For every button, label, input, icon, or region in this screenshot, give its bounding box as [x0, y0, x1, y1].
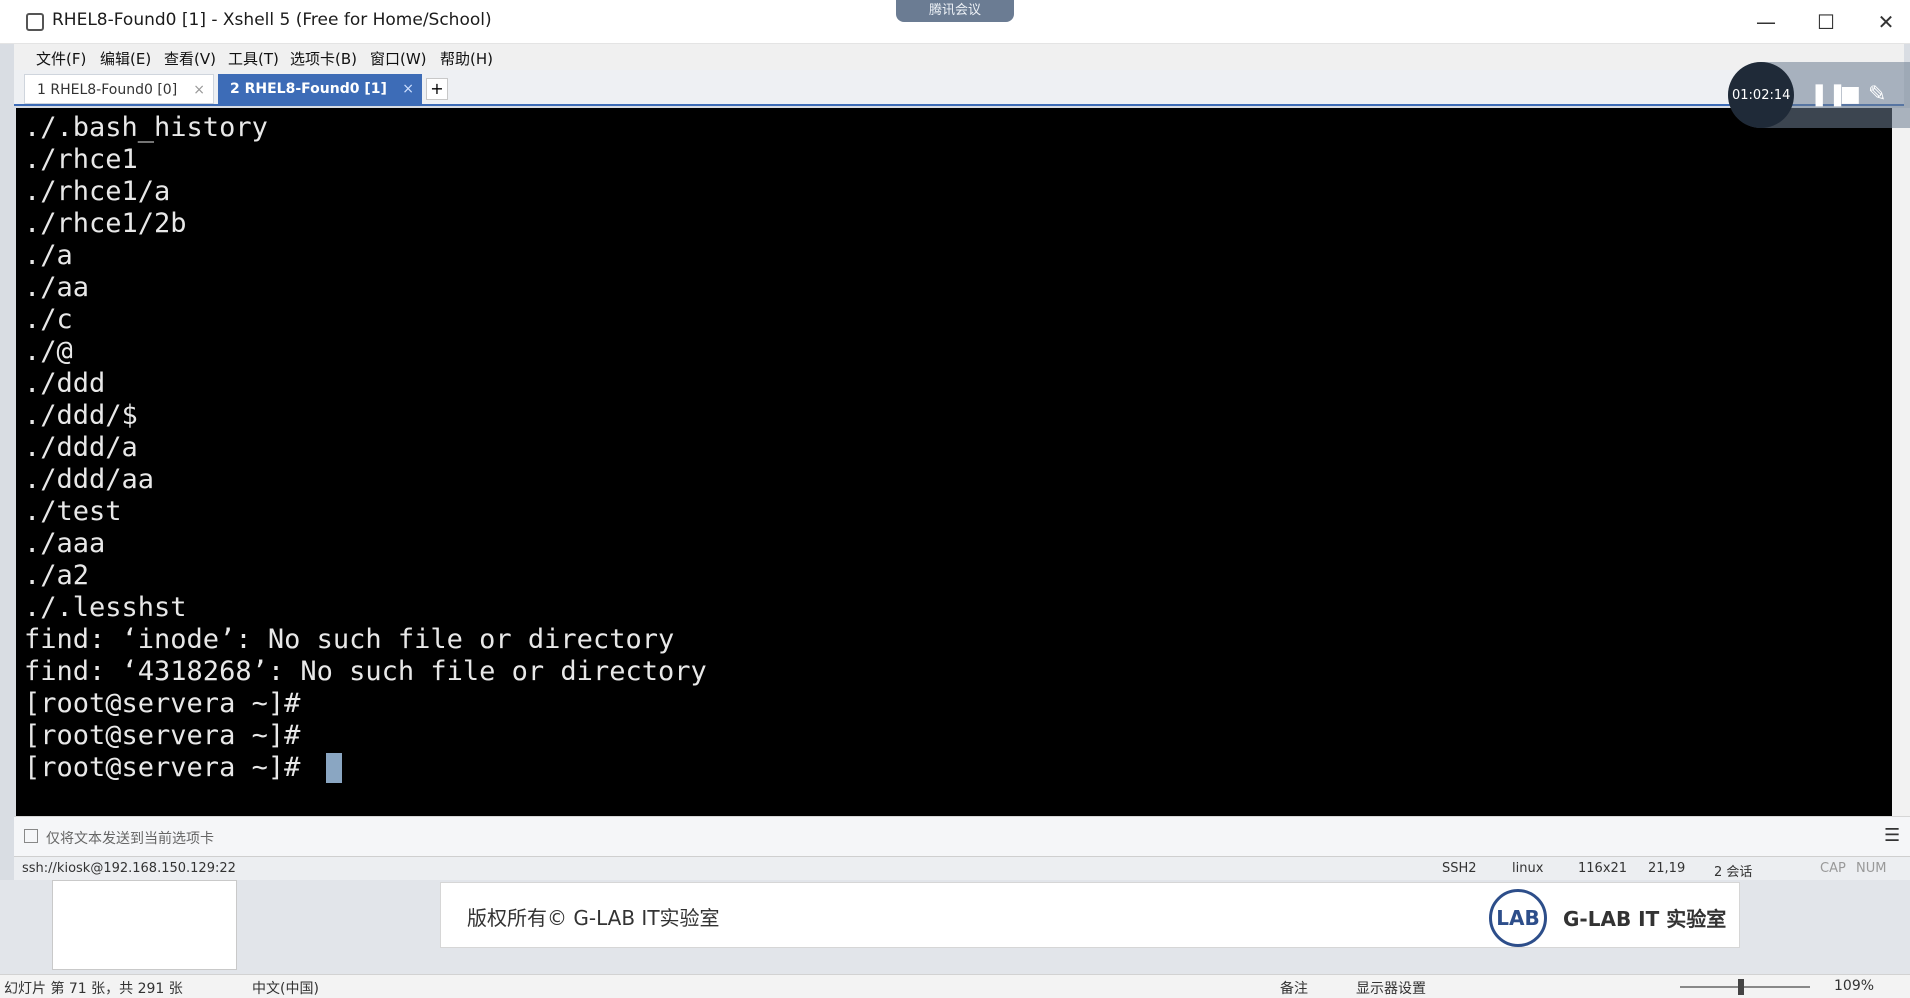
language-indicator[interactable]: 中文(中国) — [252, 978, 319, 998]
tab-bar: 1 RHEL8-Found0 [0] × 2 RHEL8-Found0 [1] … — [14, 70, 1904, 106]
terminal-type: linux — [1512, 861, 1544, 876]
new-tab-button[interactable]: + — [426, 78, 448, 100]
terminal-line: ./aa — [24, 272, 90, 303]
slide-counter: 幻灯片 第 71 张，共 291 张 — [4, 981, 183, 997]
menu-tools[interactable]: 工具(T) — [228, 48, 279, 69]
tab-close-icon[interactable]: × — [193, 75, 205, 105]
maximize-button[interactable]: ☐ — [1806, 10, 1846, 34]
terminal-line: ./a — [24, 240, 73, 271]
compose-bar[interactable]: 仅将文本发送到当前选项卡 ☰ — [14, 816, 1910, 856]
zoom-slider[interactable] — [1680, 986, 1810, 988]
copyright-text: 版权所有© G-LAB IT实验室 — [467, 906, 720, 930]
stop-icon[interactable]: ■ — [1840, 82, 1861, 107]
terminal-line: ./c — [24, 304, 73, 335]
tab-label: 1 RHEL8-Found0 [0] — [37, 82, 178, 98]
terminal-line: ./ddd — [24, 368, 106, 399]
menu-bar: 文件(F) 编辑(E) 查看(V) 工具(T) 选项卡(B) 窗口(W) 帮助(… — [14, 44, 1904, 70]
num-lock-indicator: NUM — [1856, 861, 1887, 876]
terminal-output[interactable]: ./.bash_history ./rhce1 ./rhce1/a ./rhce… — [16, 108, 1892, 816]
menu-view[interactable]: 查看(V) — [164, 48, 216, 69]
title-bar: RHEL8-Found0 [1] - Xshell 5 (Free for Ho… — [0, 0, 1910, 44]
presentation-status-bar: 幻灯片 第 71 张，共 291 张 中文(中国) 备注 显示器设置 109% — [0, 974, 1910, 998]
menu-tabs[interactable]: 选项卡(B) — [290, 48, 357, 69]
menu-edit[interactable]: 编辑(E) — [100, 48, 151, 69]
terminal-scrollbar[interactable] — [1892, 108, 1910, 816]
terminal-line: find: ‘4318268’: No such file or directo… — [24, 656, 707, 687]
xshell-app-icon — [26, 13, 44, 31]
protocol-status: SSH2 — [1442, 861, 1477, 876]
terminal-line: ./.lesshst — [24, 592, 187, 623]
terminal-line: ./ddd/a — [24, 432, 138, 463]
terminal-line: find: ‘inode’: No such file or directory — [24, 624, 675, 655]
tab-session-0[interactable]: 1 RHEL8-Found0 [0] × — [24, 74, 214, 104]
status-bar: ssh://kiosk@192.168.150.129:22 SSH2 linu… — [14, 856, 1910, 880]
compose-icon — [24, 829, 38, 843]
terminal-line: ./@ — [24, 336, 73, 367]
terminal-cursor — [326, 753, 342, 783]
terminal-line: [root@servera ~]# — [24, 688, 301, 719]
display-settings-button[interactable]: 显示器设置 — [1356, 978, 1426, 998]
terminal-line: ./aaa — [24, 528, 106, 559]
minimize-button[interactable]: — — [1746, 10, 1786, 34]
menu-help[interactable]: 帮助(H) — [440, 48, 493, 69]
terminal-line: ./.bash_history — [24, 112, 268, 143]
recording-widget[interactable]: 01:02:14 ❚❚ ■ ✎ — [1728, 62, 1910, 128]
cursor-position: 21,19 — [1648, 861, 1686, 876]
window-title: RHEL8-Found0 [1] - Xshell 5 (Free for Ho… — [52, 10, 492, 30]
terminal-line: ./a2 — [24, 560, 90, 591]
caps-lock-indicator: CAP — [1820, 861, 1846, 876]
menu-icon[interactable]: ☰ — [1884, 825, 1900, 846]
terminal-line: ./rhce1/a — [24, 176, 171, 207]
menu-file[interactable]: 文件(F) — [36, 48, 86, 69]
zoom-slider-thumb[interactable] — [1738, 979, 1744, 995]
lab-logo: LAB — [1489, 889, 1547, 947]
menu-window[interactable]: 窗口(W) — [370, 48, 427, 69]
tab-label: 2 RHEL8-Found0 [1] — [230, 81, 387, 97]
zoom-level[interactable]: 109% — [1834, 978, 1874, 994]
recording-time: 01:02:14 — [1732, 88, 1791, 103]
terminal-line: ./rhce1/2b — [24, 208, 187, 239]
close-button[interactable]: ✕ — [1866, 10, 1906, 34]
terminal-prompt: [root@servera ~]# — [24, 752, 317, 783]
lab-name: G-LAB IT 实验室 — [1563, 907, 1727, 931]
terminal-line: ./test — [24, 496, 122, 527]
notes-button[interactable]: 备注 — [1280, 978, 1308, 998]
slide-thumbnail[interactable] — [52, 880, 237, 970]
terminal-line: ./rhce1 — [24, 144, 138, 175]
meeting-banner[interactable]: 腾讯会议 — [896, 0, 1014, 22]
tab-close-icon[interactable]: × — [402, 74, 414, 104]
connection-address: ssh://kiosk@192.168.150.129:22 — [22, 861, 236, 876]
terminal-line: ./ddd/aa — [24, 464, 155, 495]
session-count: 2 会话 — [1714, 865, 1753, 880]
terminal-size: 116x21 — [1578, 861, 1628, 876]
slide-footer: 版权所有© G-LAB IT实验室 LAB G-LAB IT 实验室 — [440, 882, 1740, 948]
tab-session-1[interactable]: 2 RHEL8-Found0 [1] × — [218, 74, 422, 104]
pen-icon[interactable]: ✎ — [1868, 82, 1886, 107]
terminal-line: [root@servera ~]# — [24, 720, 301, 751]
compose-input[interactable]: 仅将文本发送到当前选项卡 — [46, 828, 214, 848]
terminal-line: ./ddd/$ — [24, 400, 138, 431]
